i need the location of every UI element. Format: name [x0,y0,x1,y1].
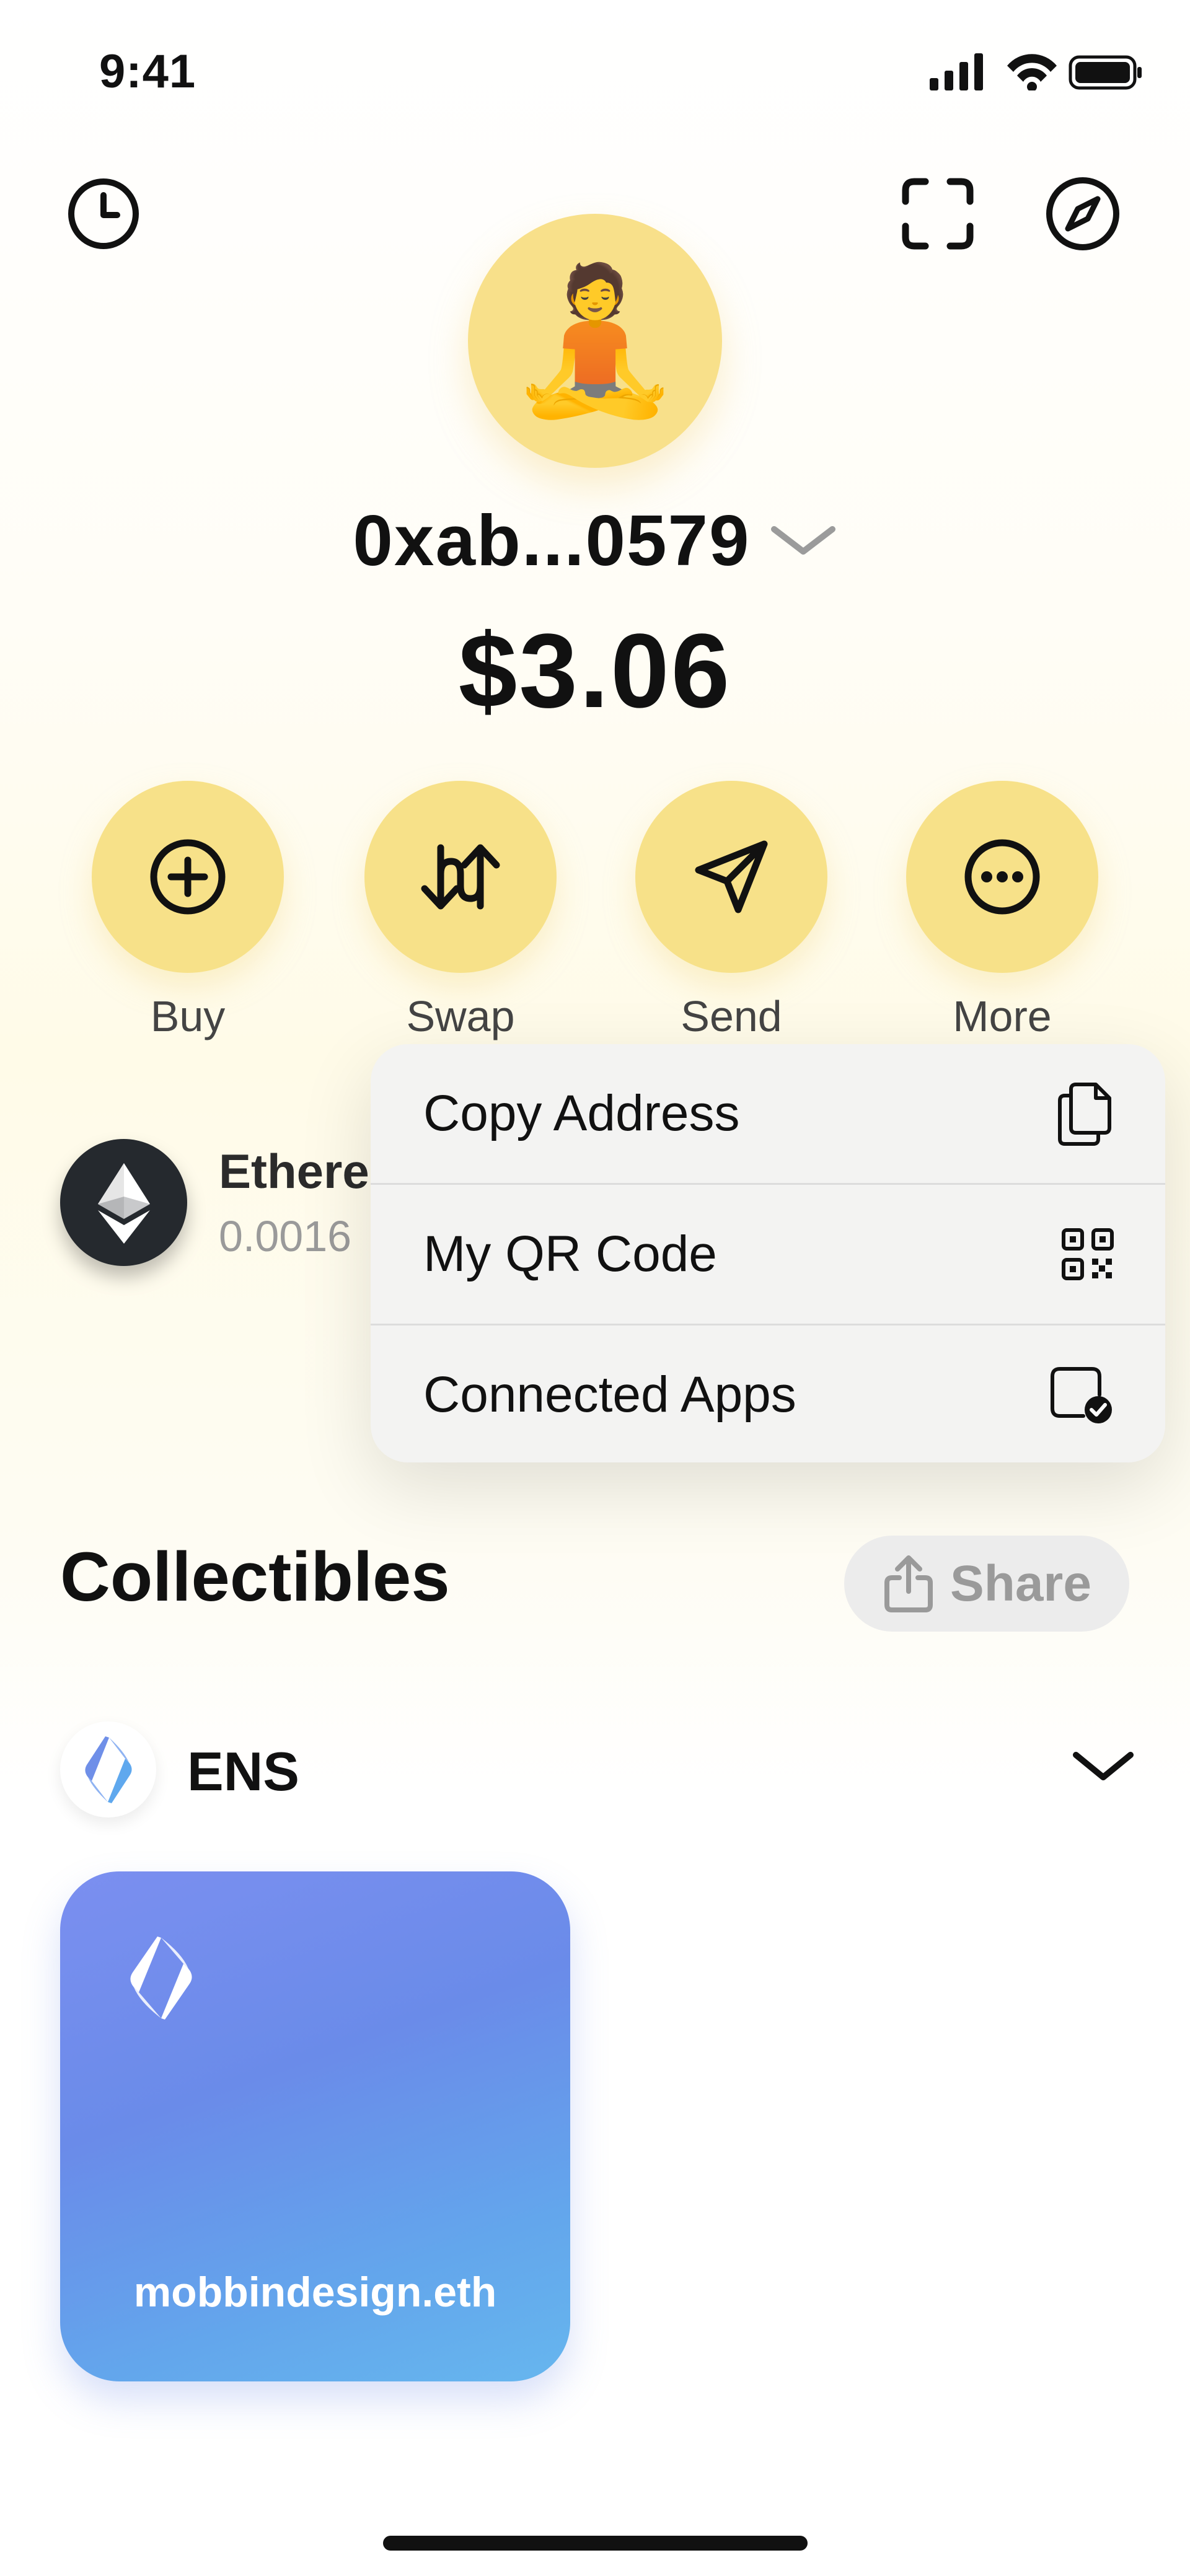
menu-item-copy-address[interactable]: Copy Address [371,1044,1165,1185]
swap-label: Swap [406,992,515,1040]
wallet-address-selector[interactable]: 0xab...0579 [0,499,1190,582]
wallet-address: 0xab...0579 [353,500,751,581]
wifi-icon [1007,54,1057,90]
plus-circle-icon [150,839,226,915]
more-label: More [953,992,1052,1040]
home-indicator[interactable] [383,2536,808,2551]
scan-icon[interactable] [894,170,981,257]
wallet-balance: $3.06 [458,612,732,730]
connected-apps-icon [1051,1367,1112,1423]
compass-icon[interactable] [1039,170,1126,257]
ens-logo-icon [130,1936,192,2020]
ens-group-logo [60,1721,156,1818]
send-label: Send [681,992,782,1040]
meditation-emoji-icon: 🧘 [506,261,684,420]
buy-button[interactable] [92,781,284,973]
collectibles-title: Collectibles [60,1538,450,1615]
send-button[interactable] [635,781,827,973]
share-icon [884,1555,933,1612]
token-name: Ethere [219,1144,369,1198]
status-time: 9:41 [99,45,196,98]
nft-card[interactable]: mobbindesign.eth [60,1871,570,2381]
menu-item-my-qr-code[interactable]: My QR Code [371,1185,1165,1325]
menu-item-connected-apps[interactable]: Connected Apps [371,1325,1165,1462]
more-button[interactable] [906,781,1098,973]
menu-item-label: Copy Address [423,1085,740,1141]
chevron-down-icon[interactable] [1066,1741,1140,1791]
buy-label: Buy [150,992,226,1040]
profile-avatar[interactable]: 🧘 [468,214,722,468]
ethereum-icon [97,1163,150,1244]
swap-button[interactable] [364,781,557,973]
copy-icon [1058,1083,1111,1146]
menu-item-label: Connected Apps [423,1366,796,1423]
signal-icon [930,53,983,90]
ethereum-token-avatar[interactable] [60,1139,187,1266]
more-dots-icon [964,839,1040,915]
send-paper-plane-icon [695,840,768,913]
chevron-down-icon [770,526,835,555]
more-menu: Copy Address My QR Code Connected Apps [371,1044,1165,1462]
ens-logo-icon [84,1736,132,1803]
swap-arrows-icon [421,844,500,910]
share-label: Share [950,1555,1091,1612]
battery-icon [1069,55,1142,90]
qr-code-icon [1062,1228,1114,1280]
share-button[interactable]: Share [844,1536,1129,1632]
history-clock-icon[interactable] [60,170,147,257]
status-icons [930,53,1142,90]
nft-title: mobbindesign.eth [133,2269,497,2316]
menu-item-label: My QR Code [423,1226,717,1282]
token-amount: 0.0016 [219,1212,352,1260]
ens-group-name: ENS [187,1741,299,1802]
